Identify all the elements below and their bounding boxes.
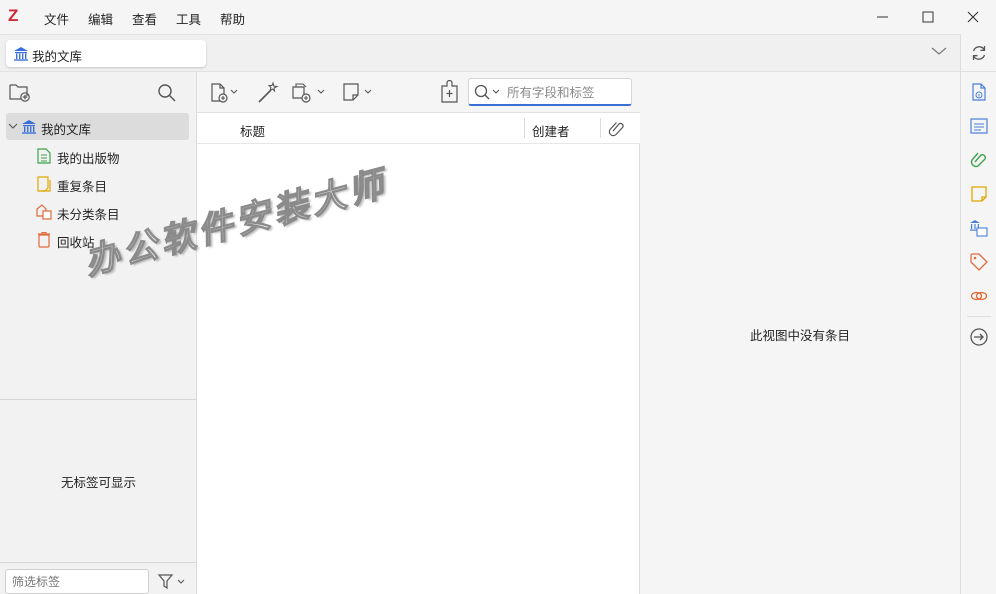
library-tab-label: 我的文库 bbox=[32, 49, 83, 64]
new-note-icon[interactable] bbox=[341, 82, 375, 104]
items-pane: 标题 创建者 bbox=[197, 72, 640, 594]
tabs-dropdown-icon[interactable] bbox=[930, 45, 948, 57]
column-separator[interactable] bbox=[524, 118, 525, 138]
tag-pane-divider[interactable] bbox=[0, 399, 197, 400]
maximize-icon bbox=[922, 11, 934, 23]
duplicates-icon bbox=[37, 176, 51, 192]
publications-icon bbox=[37, 148, 51, 164]
tag-selector-empty-text: 无标签可显示 bbox=[60, 475, 136, 490]
collection-item-publications[interactable]: 我的出版物 bbox=[34, 145, 194, 167]
add-attachment-icon[interactable] bbox=[291, 82, 329, 104]
library-icon bbox=[22, 120, 36, 134]
column-separator[interactable] bbox=[600, 118, 601, 138]
items-table-header: 标题 创建者 bbox=[197, 113, 640, 144]
collections-pane: 我的文库 我的出版物 重复条目 未分类条目 回收站 无标签可显示 bbox=[0, 72, 197, 594]
tag-filter-divider bbox=[0, 562, 197, 563]
search-mode-icon[interactable] bbox=[473, 83, 503, 101]
collection-item-label: 我的出版物 bbox=[57, 151, 120, 166]
item-pane-sidenav bbox=[960, 34, 996, 594]
menu-edit[interactable]: 编辑 bbox=[88, 9, 113, 28]
unfiled-icon bbox=[36, 204, 52, 220]
locate-item-icon[interactable] bbox=[439, 80, 461, 104]
tags-icon[interactable] bbox=[969, 252, 989, 272]
title-bar: Z 文件 编辑 查看 工具 帮助 bbox=[0, 0, 996, 34]
search-input[interactable] bbox=[507, 83, 627, 101]
collection-item-label: 重复条目 bbox=[57, 179, 108, 194]
locate-icon[interactable] bbox=[969, 327, 989, 347]
menu-view[interactable]: 查看 bbox=[132, 9, 157, 28]
item-pane-empty-text: 此视图中没有条目 bbox=[749, 328, 850, 343]
library-root-row[interactable]: 我的文库 bbox=[6, 113, 189, 140]
close-button[interactable] bbox=[958, 7, 988, 27]
abstract-icon[interactable] bbox=[969, 116, 989, 136]
paperclip-icon[interactable] bbox=[608, 120, 626, 138]
item-pane: 此视图中没有条目 bbox=[640, 72, 960, 594]
info-icon[interactable] bbox=[969, 82, 989, 102]
minimize-icon bbox=[877, 16, 888, 18]
magic-wand-icon[interactable] bbox=[256, 81, 280, 105]
chevron-down-icon[interactable] bbox=[8, 122, 18, 130]
new-collection-icon[interactable] bbox=[9, 82, 31, 102]
library-icon bbox=[14, 47, 28, 61]
library-tab[interactable]: 我的文库 bbox=[6, 40, 206, 67]
tag-filter-options-icon[interactable] bbox=[157, 573, 187, 591]
new-item-icon[interactable] bbox=[209, 82, 243, 104]
menu-help[interactable]: 帮助 bbox=[220, 9, 245, 28]
zotero-logo: Z bbox=[8, 6, 19, 25]
menu-file[interactable]: 文件 bbox=[44, 9, 69, 28]
sync-icon[interactable] bbox=[969, 43, 989, 63]
menu-tools[interactable]: 工具 bbox=[176, 9, 201, 28]
column-creator[interactable]: 创建者 bbox=[532, 121, 570, 140]
trash-icon bbox=[38, 231, 50, 248]
collection-item-duplicates[interactable]: 重复条目 bbox=[34, 173, 194, 195]
tab-bar: 我的文库 bbox=[0, 34, 960, 72]
items-toolbar bbox=[197, 72, 640, 113]
tag-filter-input[interactable] bbox=[5, 569, 149, 594]
related-icon[interactable] bbox=[969, 286, 989, 306]
library-root-label: 我的文库 bbox=[41, 122, 92, 137]
search-box[interactable] bbox=[468, 78, 632, 106]
maximize-button[interactable] bbox=[913, 7, 943, 27]
minimize-button[interactable] bbox=[868, 7, 898, 27]
column-title[interactable]: 标题 bbox=[240, 121, 265, 140]
close-icon bbox=[967, 11, 979, 23]
libraries-collections-icon[interactable] bbox=[969, 218, 989, 238]
collection-item-label: 未分类条目 bbox=[57, 207, 120, 222]
search-collections-icon[interactable] bbox=[157, 83, 177, 103]
notes-icon[interactable] bbox=[969, 184, 989, 204]
attachments-icon[interactable] bbox=[969, 150, 989, 170]
